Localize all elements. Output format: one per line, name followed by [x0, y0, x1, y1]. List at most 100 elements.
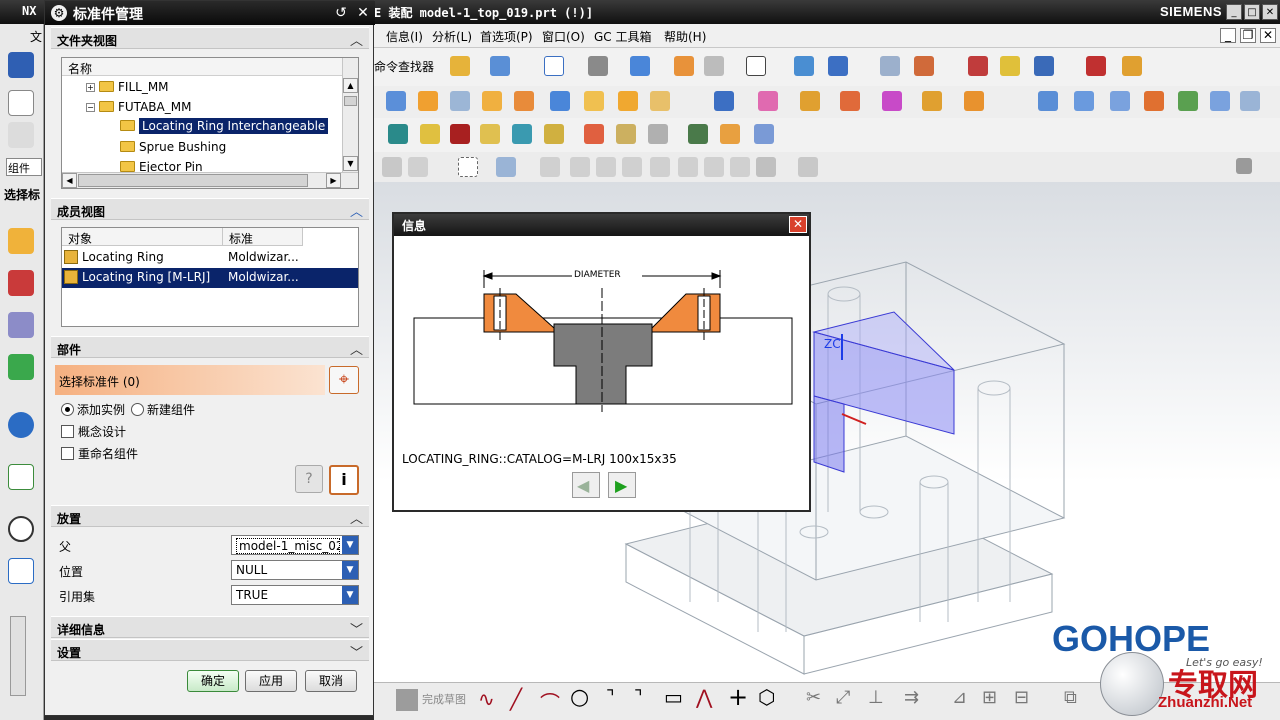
cavity-layout-icon[interactable] — [514, 91, 534, 111]
assembly-icon[interactable] — [794, 56, 814, 76]
arc-center-icon[interactable] — [678, 157, 698, 177]
arc-icon[interactable]: ⌒ — [540, 687, 560, 716]
menu-gc-toolbox[interactable]: GC 工具箱 — [594, 28, 652, 45]
maximize-button[interactable]: □ — [1244, 4, 1260, 20]
chevron-up-icon[interactable]: ︿ — [350, 201, 363, 220]
close-window-button[interactable]: ✕ — [1262, 4, 1278, 20]
menu-help[interactable]: 帮助(H) — [664, 28, 706, 45]
show-hide-icon[interactable] — [688, 124, 708, 144]
chamfer-icon[interactable]: ⌝ — [634, 687, 642, 708]
column-object[interactable]: 对象 — [62, 228, 223, 246]
dimension-icon[interactable] — [1122, 56, 1142, 76]
tree-item-sprue-bushing[interactable]: Sprue Bushing — [120, 140, 226, 154]
endpoint-icon[interactable] — [570, 157, 590, 177]
reference-set-select[interactable]: TRUE ▼ — [231, 585, 359, 605]
apply-button[interactable]: 应用 — [245, 670, 297, 692]
settings-section-header[interactable]: 设置 ﹀ — [51, 639, 369, 661]
runner-icon[interactable] — [922, 91, 942, 111]
view-orient-icon[interactable] — [630, 56, 650, 76]
chevron-up-icon[interactable]: ︿ — [350, 30, 363, 49]
mdi-minimize-button[interactable]: _ — [1220, 28, 1236, 43]
parting-icon[interactable] — [618, 91, 638, 111]
tree-item-futaba-mm[interactable]: − FUTABA_MM — [86, 100, 191, 114]
component-filter-combo[interactable]: 组件 — [6, 158, 42, 176]
edit-object-icon[interactable] — [382, 157, 402, 177]
history-icon[interactable] — [8, 354, 34, 380]
existing-point-icon[interactable] — [730, 157, 750, 177]
help-icon[interactable]: ? — [295, 465, 323, 493]
gate-icon[interactable] — [882, 91, 902, 111]
measure-icon[interactable] — [1000, 56, 1020, 76]
scroll-right-icon[interactable]: ▶ — [326, 173, 341, 188]
report-icon[interactable] — [754, 124, 774, 144]
constraint-nav-icon[interactable] — [8, 270, 34, 296]
axis-icon[interactable] — [1086, 56, 1106, 76]
family-mold-icon[interactable] — [550, 91, 570, 111]
tree-horizontal-scrollbar[interactable]: ◀ ▶ — [62, 172, 358, 188]
snap-point-icon[interactable] — [540, 157, 560, 177]
trim-icon[interactable] — [1074, 91, 1094, 111]
dialog-reset-icon[interactable]: ↺ — [331, 3, 351, 23]
h-scroll-thumb[interactable] — [78, 174, 308, 187]
show-constraint-icon[interactable]: ⊟ — [1014, 687, 1029, 708]
checkbox-rename-component[interactable]: 重命名组件 — [61, 445, 138, 462]
mold-tools-icon[interactable] — [584, 91, 604, 111]
member-view-header[interactable]: 成员视图 ︿ — [51, 198, 369, 220]
background-icon[interactable] — [746, 56, 766, 76]
info-title-bar[interactable]: 信息 ✕ — [394, 214, 809, 236]
polygon-icon[interactable]: ⬡ — [758, 685, 775, 709]
move-component-icon[interactable] — [584, 124, 604, 144]
expand-icon[interactable]: + — [86, 83, 95, 92]
explode-icon[interactable] — [450, 124, 470, 144]
slider-icon[interactable] — [800, 91, 820, 111]
chevron-up-icon[interactable]: ︿ — [350, 508, 363, 527]
chevron-down-icon[interactable]: ▼ — [342, 561, 358, 579]
product-outline-icon[interactable] — [720, 124, 740, 144]
drawing-icon[interactable] — [1178, 91, 1198, 111]
tree-item-fill-mm[interactable]: + FILL_MM — [86, 80, 169, 94]
circle-icon[interactable]: ○ — [570, 685, 589, 710]
position-select[interactable]: NULL ▼ — [231, 560, 359, 580]
trim-body-icon[interactable] — [408, 157, 428, 177]
chevron-up-icon[interactable]: ︿ — [350, 339, 363, 358]
quick-trim-icon[interactable]: ✂ — [806, 687, 821, 708]
offset-curve-icon[interactable]: ⇉ — [904, 687, 919, 708]
point-icon[interactable] — [1034, 56, 1054, 76]
midpoint-icon[interactable] — [596, 157, 616, 177]
part-nav-icon[interactable] — [8, 228, 34, 254]
point-create-icon[interactable]: + — [728, 683, 748, 711]
select-standard-part-row[interactable]: 选择标准件 (0) — [55, 365, 325, 395]
placement-section-header[interactable]: 放置 ︿ — [51, 505, 369, 527]
shrinkage-icon[interactable] — [450, 91, 470, 111]
finish-sketch-label[interactable]: 完成草图 — [422, 691, 466, 707]
part-section-header[interactable]: 部件 ︿ — [51, 336, 369, 358]
ok-button[interactable]: 确定 — [187, 670, 239, 692]
dialog-gear-icon[interactable]: ⚙ — [51, 5, 67, 21]
checkbox-concept-design[interactable]: 概念设计 — [61, 423, 126, 440]
bom-icon[interactable] — [1144, 91, 1164, 111]
wcs-icon[interactable] — [828, 56, 848, 76]
radio-on-icon[interactable] — [61, 403, 74, 416]
info-button-icon[interactable]: i — [329, 465, 359, 495]
start-icon[interactable] — [8, 52, 34, 78]
checkbox-icon[interactable] — [61, 425, 74, 438]
profile-icon[interactable]: ∿ — [478, 687, 495, 711]
folder-view-header[interactable]: 文件夹视图 ︿ — [51, 27, 369, 49]
rectangle-icon[interactable]: ▭ — [664, 685, 683, 709]
clock-icon[interactable] — [8, 516, 34, 542]
workpiece-icon[interactable] — [482, 91, 502, 111]
render-style-icon[interactable] — [588, 56, 608, 76]
next-button[interactable]: ▶ — [608, 472, 636, 498]
chevron-down-icon[interactable]: ▼ — [342, 586, 358, 604]
chevron-down-icon[interactable]: ▼ — [342, 536, 358, 554]
dialog-close-icon[interactable]: ✕ — [353, 3, 373, 23]
command-finder-label[interactable]: 命令查找器 — [374, 58, 434, 75]
parent-select[interactable]: model-1_misc_02 ▼ — [231, 535, 359, 555]
dialog-title-bar[interactable]: ⚙ 标准件管理 ↺ ✕ — [45, 1, 375, 25]
point-on-face-icon[interactable] — [798, 157, 818, 177]
convert-reference-icon[interactable]: ⧉ — [1064, 687, 1077, 708]
menu-info[interactable]: 信息(I) — [386, 28, 423, 45]
edit-section-icon[interactable] — [704, 56, 724, 76]
layer-icon[interactable] — [674, 56, 694, 76]
mdi-restore-button[interactable]: ❐ — [1240, 28, 1256, 43]
